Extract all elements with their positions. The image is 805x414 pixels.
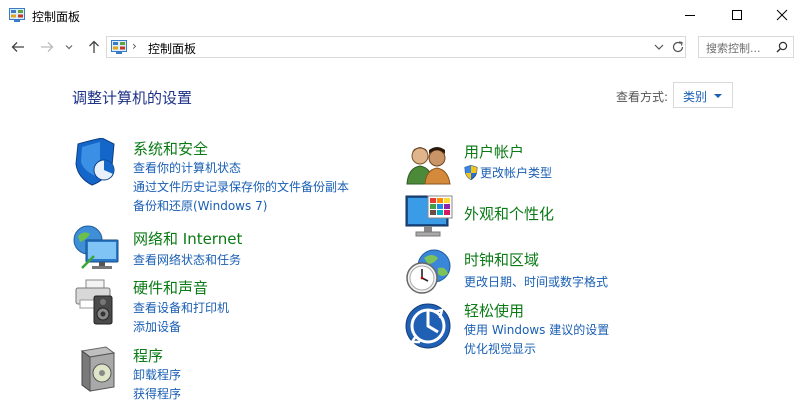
category-title-appearance[interactable]: 外观和个性化 xyxy=(464,203,554,224)
uac-shield-icon xyxy=(464,165,478,180)
close-icon xyxy=(776,9,788,21)
category-title-ease-of-access[interactable]: 轻松使用 xyxy=(464,300,524,321)
shield-icon[interactable] xyxy=(72,138,122,186)
arrow-right-icon xyxy=(41,42,54,52)
category-title-programs[interactable]: 程序 xyxy=(133,345,163,366)
address-bar[interactable]: › 控制面板 xyxy=(106,36,686,58)
link-network-status[interactable]: 查看网络状态和任务 xyxy=(133,251,241,268)
link-optimize-visual-display[interactable]: 优化视觉显示 xyxy=(464,340,536,357)
minimize-icon xyxy=(685,15,695,16)
view-by-value: 类别 xyxy=(683,90,708,104)
chevron-down-icon[interactable] xyxy=(653,41,665,53)
link-devices-printers[interactable]: 查看设备和打印机 xyxy=(133,299,229,316)
view-by-dropdown[interactable]: 类别 xyxy=(673,82,733,108)
up-button[interactable] xyxy=(84,38,104,56)
ease-of-access-icon[interactable] xyxy=(404,302,454,350)
refresh-icon[interactable] xyxy=(671,40,685,54)
link-file-history-backup[interactable]: 通过文件历史记录保存你的文件备份副本 xyxy=(133,178,349,195)
window-title: 控制面板 xyxy=(32,10,81,24)
link-view-computer-status[interactable]: 查看你的计算机状态 xyxy=(133,159,241,176)
maximize-icon xyxy=(732,10,742,20)
category-title-system-security[interactable]: 系统和安全 xyxy=(133,138,208,159)
link-get-programs[interactable]: 获得程序 xyxy=(133,385,181,402)
title-bar: 控制面板 xyxy=(0,0,805,32)
forward-button[interactable] xyxy=(37,38,57,56)
category-title-network[interactable]: 网络和 Internet xyxy=(133,228,242,249)
link-recommended-settings[interactable]: 使用 Windows 建议的设置 xyxy=(464,321,609,338)
search-placeholder: 搜索控制... xyxy=(706,42,761,55)
category-title-clock-region[interactable]: 时钟和区域 xyxy=(464,249,539,270)
printer-speaker-icon[interactable] xyxy=(72,278,122,326)
recent-locations-button[interactable] xyxy=(62,38,76,56)
close-button[interactable] xyxy=(759,0,805,30)
view-by-label: 查看方式: xyxy=(616,90,669,104)
monitor-palette-icon[interactable] xyxy=(404,192,454,240)
link-add-device[interactable]: 添加设备 xyxy=(133,318,181,335)
link-change-account-type[interactable]: 更改帐户类型 xyxy=(480,164,552,181)
arrow-up-icon xyxy=(89,40,99,53)
minimize-button[interactable] xyxy=(667,0,713,30)
page-title: 调整计算机的设置 xyxy=(72,89,193,107)
caret-down-icon xyxy=(714,94,722,98)
search-input[interactable]: 搜索控制... xyxy=(698,36,794,58)
breadcrumb-separator[interactable]: › xyxy=(132,39,137,53)
search-icon[interactable] xyxy=(776,41,788,53)
chevron-down-icon xyxy=(65,45,73,50)
clock-globe-icon[interactable] xyxy=(404,248,454,296)
breadcrumb-item[interactable]: 控制面板 xyxy=(148,40,196,57)
link-backup-restore[interactable]: 备份和还原(Windows 7) xyxy=(133,197,267,214)
user-accounts-icon[interactable] xyxy=(404,140,454,188)
control-panel-icon xyxy=(111,40,127,54)
category-title-user-accounts[interactable]: 用户帐户 xyxy=(464,141,524,162)
link-uninstall-program[interactable]: 卸载程序 xyxy=(133,366,181,383)
arrow-left-icon xyxy=(11,42,24,52)
control-panel-icon xyxy=(9,8,25,22)
programs-box-icon[interactable] xyxy=(72,345,122,393)
network-globe-icon[interactable] xyxy=(72,224,122,272)
maximize-button[interactable] xyxy=(714,0,760,30)
category-title-hardware[interactable]: 硬件和声音 xyxy=(133,277,208,298)
back-button[interactable] xyxy=(8,38,28,56)
link-change-date-time-format[interactable]: 更改日期、时间或数字格式 xyxy=(464,273,608,290)
